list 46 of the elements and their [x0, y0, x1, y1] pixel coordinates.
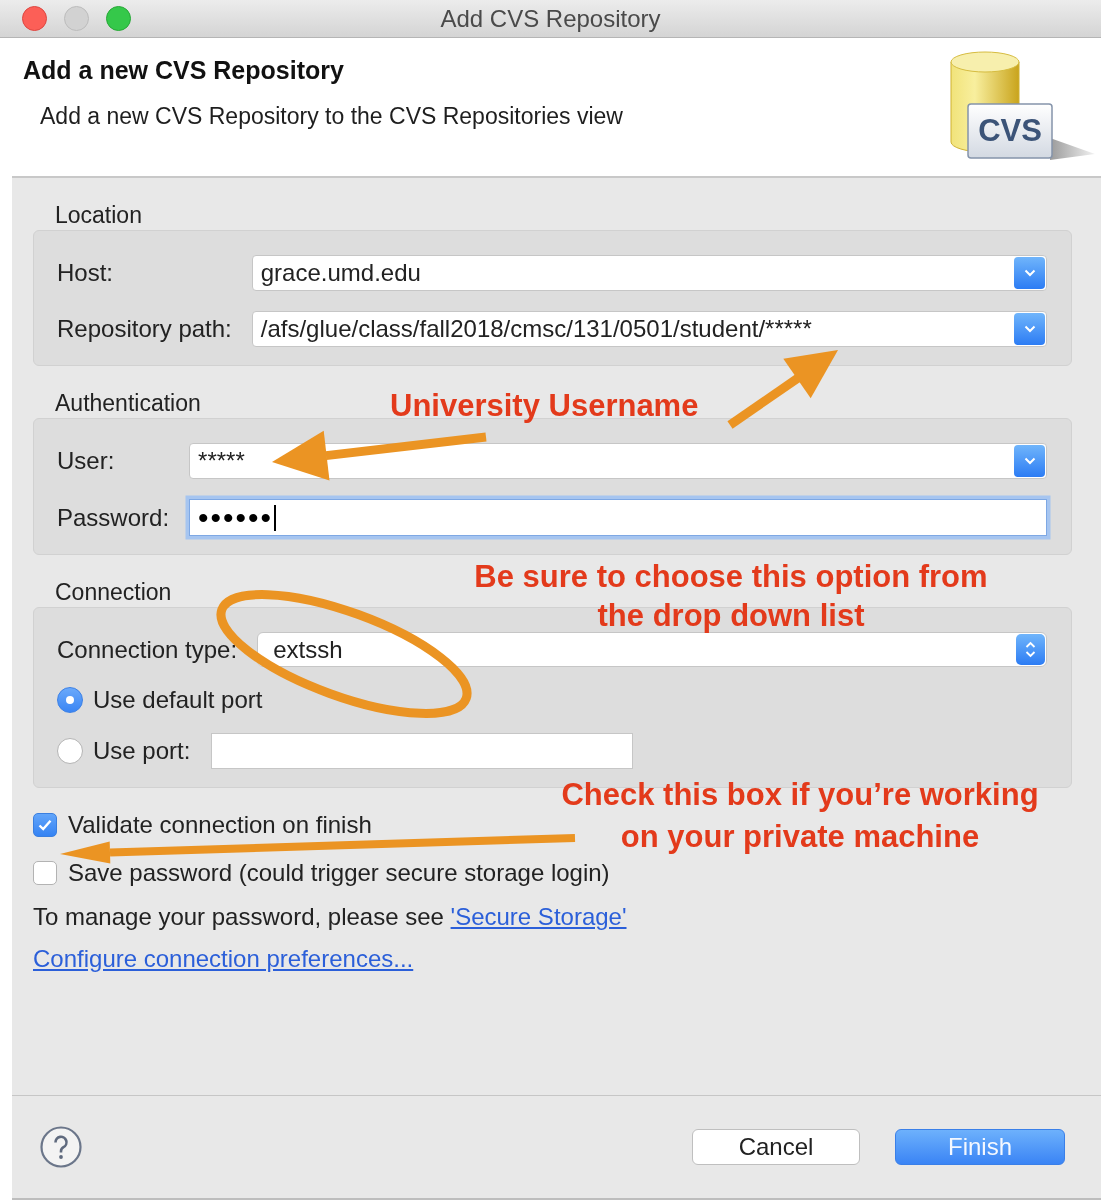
- dropdown-button[interactable]: [1014, 313, 1045, 345]
- combo-box[interactable]: *****: [189, 443, 1047, 479]
- annotation-text: Be sure to choose this option from the drop down list: [474, 558, 988, 635]
- section-heading: Connection: [55, 579, 172, 605]
- storage-link[interactable]: 'Secure Storage': [450, 903, 627, 930]
- field-label: Repository path:: [57, 316, 232, 342]
- checkbox[interactable]: [33, 813, 57, 837]
- dropdown-button[interactable]: [1014, 445, 1045, 477]
- checkbox-label[interactable]: Save password (could trigger secure storage login): [68, 860, 610, 886]
- select-box[interactable]: extssh: [257, 632, 1047, 667]
- help-icon[interactable]: [40, 1126, 82, 1168]
- chevron-down-icon: [1023, 325, 1036, 333]
- chevron-down-icon: [1023, 457, 1036, 465]
- dropdown-button[interactable]: [1016, 634, 1045, 665]
- up-down-chevron-icon: [1025, 641, 1036, 658]
- password-note: To manage your password, please see 'Secure Storage': [33, 904, 627, 930]
- chevron-down-icon: [1023, 269, 1036, 277]
- radio-button[interactable]: [57, 687, 83, 713]
- field-label: Host:: [57, 260, 113, 286]
- field-label: Password:: [57, 504, 170, 531]
- radio-button[interactable]: [57, 738, 83, 764]
- page-description: Add a new CVS Repository to the CVS Repositories view: [40, 103, 623, 129]
- checkmark-icon: [38, 819, 52, 831]
- radio-label[interactable]: Use default port: [93, 687, 263, 713]
- secondary-button[interactable]: Cancel: [692, 1129, 860, 1165]
- checkbox-label[interactable]: Validate connection on finish: [68, 812, 372, 838]
- preferences-link[interactable]: Configure connection preferences...: [33, 946, 414, 972]
- password-field[interactable]: ••••••: [189, 499, 1047, 536]
- field-label: User:: [57, 448, 115, 474]
- page-title: Add a new CVS Repository: [23, 56, 345, 84]
- window-title: Add CVS Repository: [440, 4, 661, 33]
- annotation-text: Check this box if you’re working on your private machine: [561, 776, 1039, 856]
- combo-box[interactable]: grace.umd.edu: [251, 255, 1047, 291]
- zoom-button[interactable]: [106, 6, 131, 31]
- section-heading: Authentication: [55, 390, 201, 416]
- annotation-text: University Username: [390, 387, 699, 425]
- repository-logo: CVS: [950, 50, 1095, 160]
- field-label: Connection type:: [57, 636, 238, 663]
- radio-label[interactable]: Use port:: [93, 738, 191, 764]
- close-button[interactable]: [22, 6, 47, 31]
- checkbox[interactable]: [33, 861, 57, 885]
- text-cursor-icon: [274, 504, 277, 531]
- combo-box[interactable]: /afs/glue/class/fall2018/cmsc/131/0501/student/*****: [251, 311, 1047, 347]
- section-heading: Location: [55, 202, 142, 228]
- port-input-field[interactable]: [211, 733, 634, 769]
- dropdown-button[interactable]: [1014, 257, 1045, 289]
